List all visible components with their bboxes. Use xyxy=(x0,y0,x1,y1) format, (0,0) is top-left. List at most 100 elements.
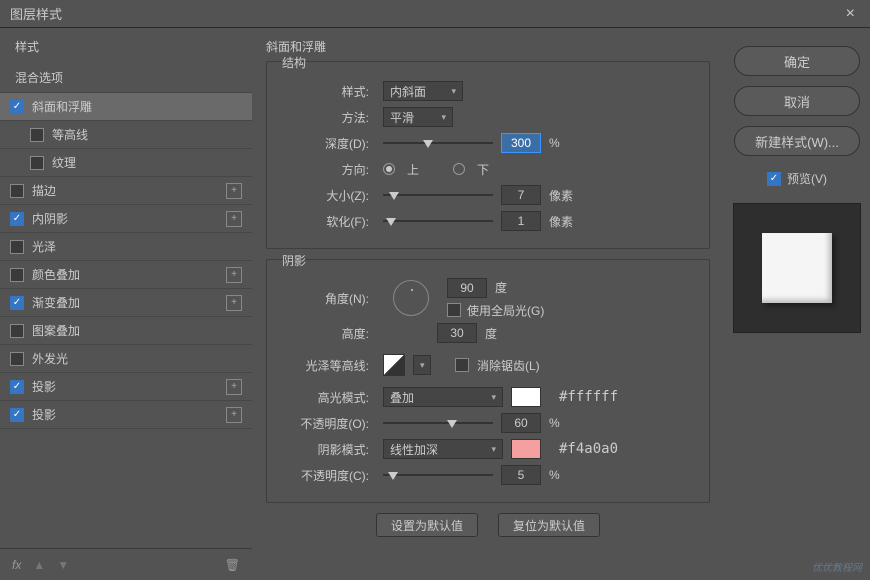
global-light-checkbox[interactable] xyxy=(447,303,461,317)
sidebar-item-11[interactable]: 投影+ xyxy=(0,401,252,429)
sidebar-header: 样式 xyxy=(0,28,252,63)
highlight-mode-label: 高光模式: xyxy=(287,389,369,406)
depth-unit: % xyxy=(549,136,579,150)
global-light-label: 使用全局光(G) xyxy=(467,302,544,319)
shadow-opacity-unit: % xyxy=(549,468,579,482)
preview-swatch xyxy=(762,233,832,303)
shadow-opacity-input[interactable] xyxy=(501,465,541,485)
sidebar-item-0[interactable]: 斜面和浮雕 xyxy=(0,93,252,121)
angle-wheel[interactable] xyxy=(393,280,429,316)
highlight-opacity-unit: % xyxy=(549,416,579,430)
add-effect-icon[interactable]: + xyxy=(226,267,242,283)
size-slider[interactable] xyxy=(383,186,493,204)
highlight-opacity-input[interactable] xyxy=(501,413,541,433)
add-effect-icon[interactable]: + xyxy=(226,183,242,199)
shadow-mode-dropdown[interactable]: 线性加深▾ xyxy=(383,439,503,459)
watermark: 优优教程网 xyxy=(812,559,862,574)
direction-up-radio[interactable] xyxy=(383,163,395,175)
style-item-label: 等高线 xyxy=(52,126,242,143)
highlight-color-swatch[interactable] xyxy=(511,387,541,407)
angle-unit: 度 xyxy=(495,279,507,296)
depth-label: 深度(D): xyxy=(287,135,369,152)
angle-input[interactable] xyxy=(447,278,487,298)
chevron-down-icon: ▾ xyxy=(420,360,425,371)
sidebar-item-4[interactable]: 内阴影+ xyxy=(0,205,252,233)
style-checkbox[interactable] xyxy=(10,212,24,226)
style-label: 样式: xyxy=(287,83,369,100)
style-dropdown[interactable]: 内斜面▾ xyxy=(383,81,463,101)
size-input[interactable] xyxy=(501,185,541,205)
style-item-label: 颜色叠加 xyxy=(32,266,218,283)
style-item-label: 光泽 xyxy=(32,238,242,255)
depth-slider[interactable] xyxy=(383,134,493,152)
arrow-down-icon[interactable]: ▼ xyxy=(57,558,69,572)
preview-label: 预览(V) xyxy=(787,170,827,187)
add-effect-icon[interactable]: + xyxy=(226,407,242,423)
style-checkbox[interactable] xyxy=(10,408,24,422)
reset-default-button[interactable]: 复位为默认值 xyxy=(498,513,600,537)
style-checkbox[interactable] xyxy=(10,352,24,366)
ok-button[interactable]: 确定 xyxy=(734,46,860,76)
technique-dropdown[interactable]: 平滑▾ xyxy=(383,107,453,127)
soften-slider[interactable] xyxy=(383,212,493,230)
chevron-down-icon: ▾ xyxy=(441,112,446,123)
highlight-opacity-slider[interactable] xyxy=(383,414,493,432)
style-checkbox[interactable] xyxy=(30,156,44,170)
sidebar-item-8[interactable]: 图案叠加 xyxy=(0,317,252,345)
make-default-button[interactable]: 设置为默认值 xyxy=(376,513,478,537)
preview-box xyxy=(733,203,861,333)
sidebar-item-5[interactable]: 光泽 xyxy=(0,233,252,261)
arrow-up-icon[interactable]: ▲ xyxy=(33,558,45,572)
sidebar-item-2[interactable]: 纹理 xyxy=(0,149,252,177)
titlebar: 图层样式 × xyxy=(0,0,870,28)
style-checkbox[interactable] xyxy=(10,380,24,394)
preview-checkbox[interactable] xyxy=(767,172,781,186)
trash-icon[interactable]: 🗑 xyxy=(225,558,240,572)
add-effect-icon[interactable]: + xyxy=(226,379,242,395)
sidebar-item-3[interactable]: 描边 + xyxy=(0,177,252,205)
antialias-label: 消除锯齿(L) xyxy=(477,357,540,374)
style-checkbox[interactable] xyxy=(10,184,24,198)
style-item-label: 斜面和浮雕 xyxy=(32,98,242,115)
blending-options[interactable]: 混合选项 xyxy=(0,63,252,93)
cancel-button[interactable]: 取消 xyxy=(734,86,860,116)
style-checkbox[interactable] xyxy=(10,240,24,254)
sidebar-item-9[interactable]: 外发光 xyxy=(0,345,252,373)
depth-input[interactable] xyxy=(501,133,541,153)
direction-label: 方向: xyxy=(287,161,369,178)
style-checkbox[interactable] xyxy=(10,324,24,338)
highlight-opacity-label: 不透明度(O): xyxy=(287,415,369,432)
shadow-color-swatch[interactable] xyxy=(511,439,541,459)
style-item-label: 描边 xyxy=(32,182,218,199)
antialias-checkbox[interactable] xyxy=(455,358,469,372)
style-checkbox[interactable] xyxy=(10,296,24,310)
group-shading: 阴影 角度(N): 度 使用全局光(G) xyxy=(266,259,710,503)
panel-bevel: 斜面和浮雕 结构 样式: 内斜面▾ 方法: 平滑▾ 深度(D): % xyxy=(252,28,724,580)
highlight-mode-dropdown[interactable]: 叠加▾ xyxy=(383,387,503,407)
style-checkbox[interactable] xyxy=(30,128,44,142)
shadow-mode-label: 阴影模式: xyxy=(287,441,369,458)
style-checkbox[interactable] xyxy=(10,268,24,282)
style-item-label: 投影 xyxy=(32,378,218,395)
sidebar-item-10[interactable]: 投影 + xyxy=(0,373,252,401)
preview-toggle[interactable]: 预览(V) xyxy=(767,170,827,187)
contour-picker[interactable] xyxy=(383,354,405,376)
new-style-button[interactable]: 新建样式(W)... xyxy=(734,126,860,156)
soften-input[interactable] xyxy=(501,211,541,231)
style-checkbox[interactable] xyxy=(10,100,24,114)
highlight-color-hex: #ffffff xyxy=(559,389,618,405)
style-item-label: 图案叠加 xyxy=(32,322,242,339)
sidebar-item-6[interactable]: 颜色叠加 + xyxy=(0,261,252,289)
sidebar-item-1[interactable]: 等高线 xyxy=(0,121,252,149)
shadow-opacity-slider[interactable] xyxy=(383,466,493,484)
sidebar-item-7[interactable]: 渐变叠加+ xyxy=(0,289,252,317)
fx-icon[interactable]: fx xyxy=(12,558,21,572)
add-effect-icon[interactable]: + xyxy=(226,295,242,311)
sidebar-footer: fx ▲ ▼ 🗑 xyxy=(0,548,252,580)
close-icon[interactable]: × xyxy=(841,5,860,23)
altitude-unit: 度 xyxy=(485,325,497,342)
contour-dropdown[interactable]: ▾ xyxy=(413,355,431,375)
add-effect-icon[interactable]: + xyxy=(226,211,242,227)
altitude-input[interactable] xyxy=(437,323,477,343)
direction-down-radio[interactable] xyxy=(453,163,465,175)
